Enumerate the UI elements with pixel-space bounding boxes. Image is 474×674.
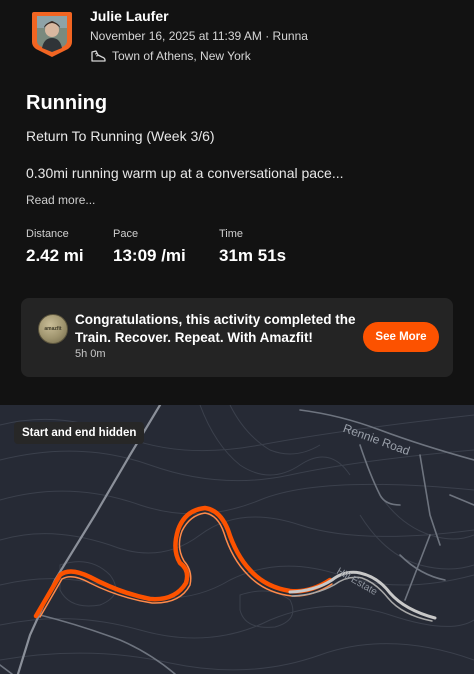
logo-text: amazfit (44, 326, 62, 332)
user-name[interactable]: Julie Laufer (90, 8, 169, 24)
stat-value: 31m 51s (219, 246, 287, 265)
avatar[interactable] (30, 10, 74, 58)
read-more-link[interactable]: Read more... (26, 193, 95, 207)
challenge-card[interactable]: amazfit Congratulations, this activity c… (21, 298, 453, 377)
stat-label: Pace (113, 228, 139, 240)
stat-pace: Pace 13:09 /mi (113, 228, 186, 266)
activity-subtitle: Return To Running (Week 3/6) (26, 128, 215, 144)
challenge-text: Congratulations, this activity completed… (75, 312, 356, 345)
stat-distance: Distance 2.42 mi (26, 228, 84, 266)
location-text: Town of Athens, New York (112, 49, 251, 63)
stat-label: Time (219, 228, 244, 240)
challenge-duration: 5h 0m (75, 348, 106, 360)
see-more-button[interactable]: See More (363, 322, 439, 352)
activity-description: 0.30mi running warm up at a conversation… (26, 165, 344, 181)
stat-value: 2.42 mi (26, 246, 84, 265)
route-map[interactable]: Start and end hidden Rennie Road Hill Es… (0, 405, 474, 674)
activity-meta: November 16, 2025 at 11:39 AM · Runna (90, 29, 308, 43)
start-end-hidden-pill: Start and end hidden (14, 422, 145, 444)
stat-time: Time 31m 51s (219, 228, 286, 266)
stat-value: 13:09 /mi (113, 246, 186, 265)
shoe-icon (91, 50, 106, 62)
activity-title: Running (26, 92, 108, 114)
avatar-badge-icon (32, 12, 72, 57)
activity-header: Julie Laufer November 16, 2025 at 11:39 … (0, 0, 474, 80)
amazfit-logo-icon: amazfit (38, 314, 68, 344)
activity-location: Town of Athens, New York (90, 49, 251, 63)
stat-label: Distance (26, 228, 69, 240)
